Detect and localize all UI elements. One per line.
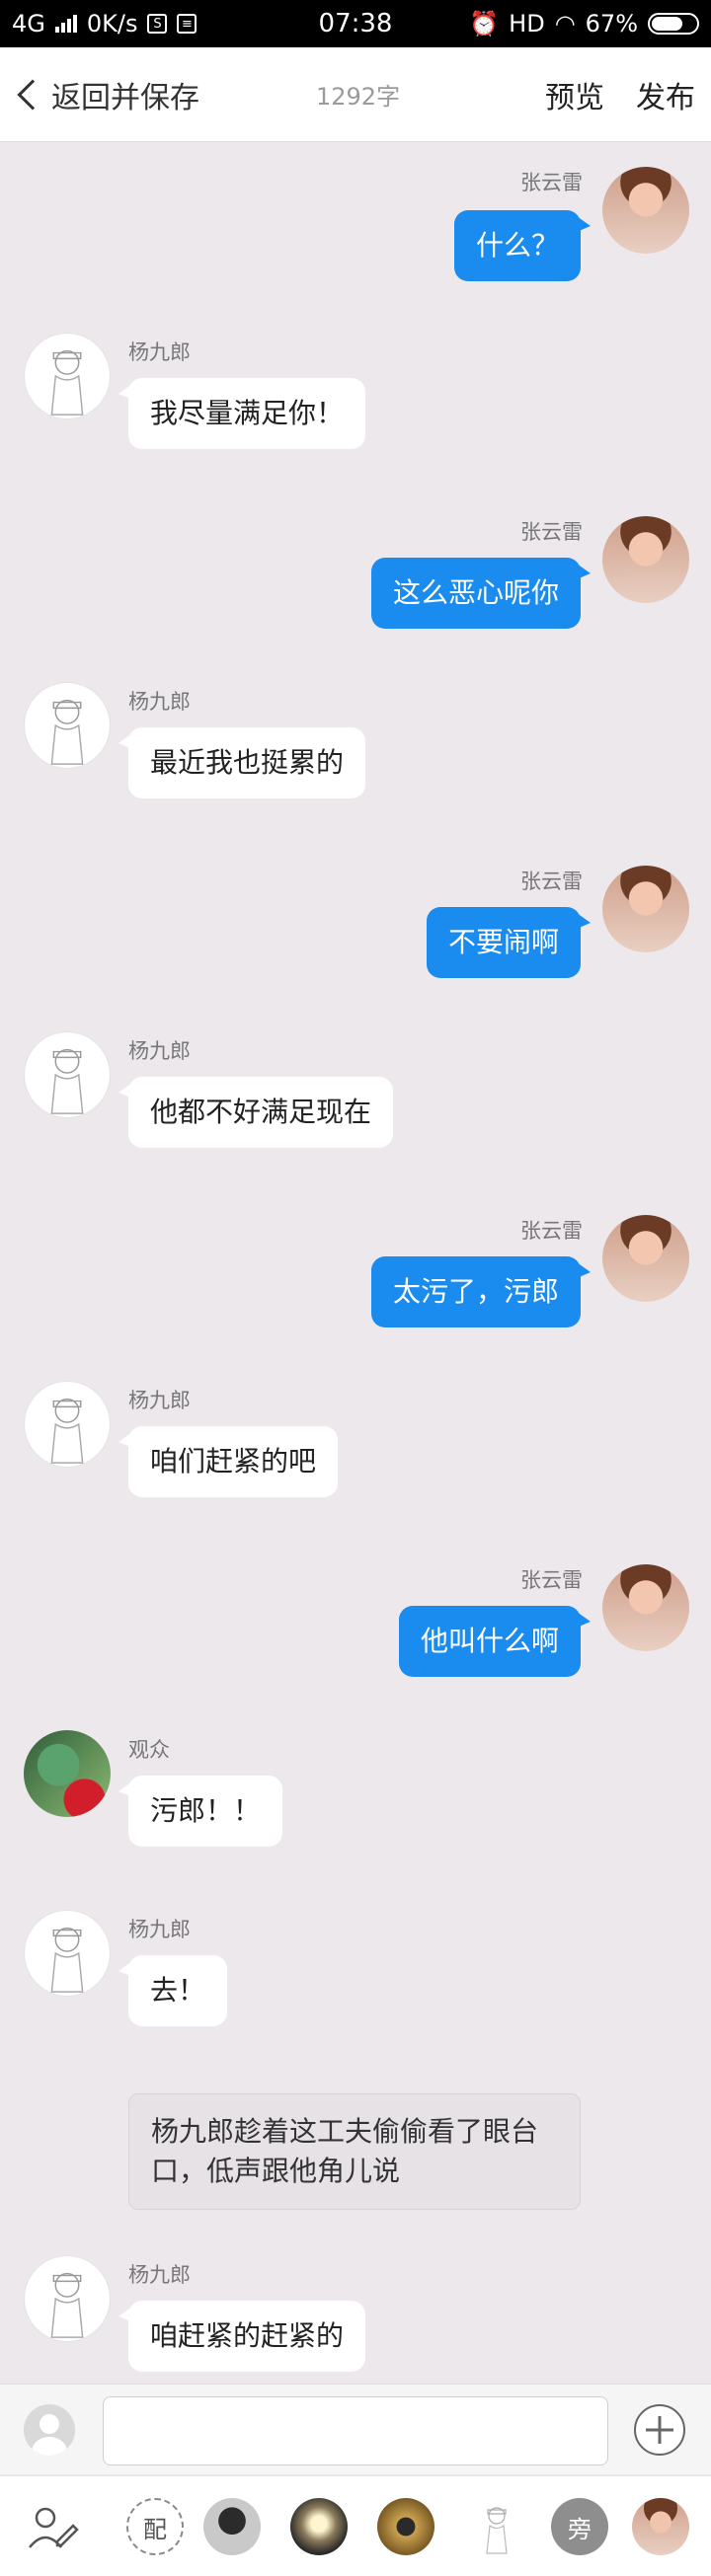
alarm-icon: ⏰ <box>469 10 500 38</box>
edit-characters-icon[interactable] <box>24 2498 81 2555</box>
narration-block[interactable]: 杨九郎趁着这工夫偷偷看了眼台 口，低声跟他角儿说 <box>128 2093 581 2210</box>
character-avatar[interactable] <box>203 2498 261 2555</box>
battery-percent: 67% <box>585 10 638 38</box>
message-input-bar <box>0 2384 711 2474</box>
avatar-zhang[interactable] <box>602 167 689 254</box>
message-bubble-left[interactable]: 咱们赶紧的吧 <box>118 1426 339 1497</box>
avatar-yang[interactable] <box>24 1031 111 1118</box>
message-bubble-left[interactable]: 去！ <box>118 1955 228 2026</box>
editor-header: 返回并保存 1292字 预览 发布 <box>0 47 711 142</box>
hd-indicator: HD <box>509 10 545 38</box>
sketch-person-icon <box>50 2272 84 2338</box>
back-save-label: 返回并保存 <box>51 80 199 115</box>
message-bubble-right[interactable]: 这么恶心呢你 <box>370 558 592 629</box>
sketch-person-icon <box>486 2507 508 2554</box>
speaker-name: 张云雷 <box>520 870 583 893</box>
speaker-name: 杨九郎 <box>128 1039 191 1063</box>
avatar-yang[interactable] <box>24 333 111 419</box>
avatar-audience[interactable] <box>24 1730 111 1817</box>
message-bubble-left[interactable]: 我尽量满足你！ <box>118 378 366 449</box>
message-bubble-left[interactable]: 咱赶紧的赶紧的 <box>118 2301 366 2372</box>
narrator-button[interactable]: 旁 <box>551 2498 608 2555</box>
speaker-name: 张云雷 <box>520 1568 583 1592</box>
speaker-select-avatar[interactable] <box>24 2404 75 2456</box>
signal-icon <box>54 15 77 33</box>
message-bubble-left[interactable]: 最近我也挺累的 <box>118 727 366 798</box>
character-avatar[interactable] <box>377 2498 434 2555</box>
speaker-name: 张云雷 <box>520 1219 583 1243</box>
sketch-person-icon <box>50 1048 84 1114</box>
message-bubble-right[interactable]: 他叫什么啊 <box>398 1606 592 1677</box>
storage-notification-icon: ≡ <box>177 14 198 34</box>
network-speed: 0K/s <box>86 10 138 38</box>
add-voice-button[interactable]: 配 <box>126 2498 184 2555</box>
message-input[interactable] <box>103 2396 608 2465</box>
message-bubble-left[interactable]: 他都不好满足现在 <box>118 1077 394 1148</box>
avatar-zhang[interactable] <box>602 1564 689 1651</box>
back-save-button[interactable]: 返回并保存 <box>16 73 199 116</box>
speaker-name: 杨九郎 <box>128 690 191 714</box>
pang-label: 旁 <box>568 2515 592 2543</box>
wifi-icon: ◠ <box>554 10 576 38</box>
word-count: 1292字 <box>316 83 401 111</box>
message-bubble-right[interactable]: 不要闹啊 <box>426 907 592 978</box>
avatar-yang[interactable] <box>24 1381 111 1468</box>
character-avatar-zhang[interactable] <box>632 2498 689 2555</box>
character-avatar[interactable] <box>290 2498 348 2555</box>
chevron-left-icon <box>17 78 48 111</box>
preview-button[interactable]: 预览 <box>545 73 604 116</box>
network-type: 4G <box>12 10 45 38</box>
chat-area[interactable]: 张云雷 什么？ 杨九郎 我尽量满足你！ 张云雷 这么恶心呢你 杨九郎 最近我也挺… <box>0 143 711 2384</box>
avatar-yang[interactable] <box>24 682 111 769</box>
speaker-name: 张云雷 <box>520 171 583 194</box>
message-bubble-left[interactable]: 污郎！！ <box>118 1776 283 1847</box>
narration-line: 杨九郎趁着这工夫偷偷看了眼台 <box>151 2115 539 2148</box>
speaker-name: 观众 <box>128 1738 170 1762</box>
add-button[interactable] <box>634 2404 685 2456</box>
speaker-name: 杨九郎 <box>128 1918 191 1941</box>
app-notification-icon: S <box>147 14 168 34</box>
avatar-zhang[interactable] <box>602 1215 689 1302</box>
character-avatar-yang[interactable] <box>468 2498 525 2555</box>
avatar-yang[interactable] <box>24 2255 111 2342</box>
status-bar: 4G 0K/s S ≡ 07:38 ⏰ HD ◠ 67% <box>0 0 711 47</box>
speaker-name: 杨九郎 <box>128 2263 191 2287</box>
sketch-person-icon <box>50 699 84 765</box>
avatar-zhang[interactable] <box>602 516 689 603</box>
sketch-person-icon <box>50 1398 84 1464</box>
speaker-name: 杨九郎 <box>128 1389 191 1412</box>
clock: 07:38 <box>318 9 393 38</box>
sketch-person-icon <box>50 349 84 416</box>
speaker-name: 张云雷 <box>520 520 583 544</box>
publish-button[interactable]: 发布 <box>636 73 695 116</box>
pei-label: 配 <box>143 2515 167 2543</box>
battery-icon <box>648 13 699 35</box>
message-bubble-right[interactable]: 什么？ <box>453 210 592 281</box>
message-bubble-right[interactable]: 太污了，污郎 <box>370 1256 592 1327</box>
sketch-person-icon <box>50 1927 84 1993</box>
character-bar: 配 旁 <box>0 2475 711 2576</box>
speaker-name: 杨九郎 <box>128 341 191 364</box>
avatar-zhang[interactable] <box>602 866 689 952</box>
narration-line: 口，低声跟他角儿说 <box>151 2155 401 2187</box>
avatar-yang[interactable] <box>24 1910 111 1997</box>
